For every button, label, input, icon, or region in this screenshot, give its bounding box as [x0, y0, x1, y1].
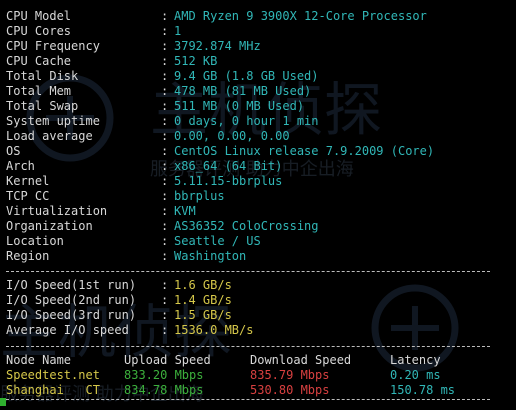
info-separator: : — [161, 144, 169, 158]
io-value: 1.5 GB/s — [174, 308, 232, 322]
info-label: CPU Cache — [6, 54, 72, 68]
info-label: Total Mem — [6, 84, 72, 98]
info-separator: : — [161, 69, 169, 83]
io-label: Average I/O speed — [6, 323, 129, 337]
io-separator: : — [161, 278, 169, 292]
info-label: Kernel — [6, 174, 50, 188]
info-label: Organization — [6, 219, 93, 233]
info-label: System uptime — [6, 114, 100, 128]
row-node: Speedtest.net — [6, 368, 100, 382]
info-label: CPU Model — [6, 9, 72, 23]
row-latency: 150.78 ms — [390, 383, 456, 397]
info-separator: : — [161, 39, 169, 53]
info-value: 5.11.15-bbrplus — [174, 174, 283, 188]
header-latency: Latency — [390, 353, 441, 367]
info-label: OS — [6, 144, 21, 158]
info-separator: : — [161, 84, 169, 98]
io-separator: : — [161, 293, 169, 307]
row-download: 530.80 Mbps — [250, 383, 330, 397]
info-value: bbrplus — [174, 189, 225, 203]
row-upload: 833.20 Mbps — [124, 368, 204, 382]
info-separator: : — [161, 24, 169, 38]
row-download: 835.79 Mbps — [250, 368, 330, 382]
info-label: Total Disk — [6, 69, 79, 83]
io-label: I/O Speed(2nd run) — [6, 293, 137, 307]
info-separator: : — [161, 249, 169, 263]
info-separator: : — [161, 219, 169, 233]
info-value: Washington — [174, 249, 247, 263]
io-value: 1536.0 MB/s — [174, 323, 254, 337]
info-label: Total Swap — [6, 99, 79, 113]
row-upload: 834.78 Mbps — [124, 383, 204, 397]
info-label: CPU Cores — [6, 24, 72, 38]
info-value: 511 MB (0 MB Used) — [174, 99, 305, 113]
header-upload-speed: Upload Speed — [124, 353, 211, 367]
info-value: CentOS Linux release 7.9.2009 (Core) — [174, 144, 435, 158]
section-divider-2 — [6, 346, 490, 347]
info-separator: : — [161, 204, 169, 218]
header-download-speed: Download Speed — [250, 353, 352, 367]
io-label: I/O Speed(1st run) — [6, 278, 137, 292]
info-value: Seattle / US — [174, 234, 261, 248]
info-separator: : — [161, 129, 169, 143]
info-value: 9.4 GB (1.8 GB Used) — [174, 69, 319, 83]
info-value: KVM — [174, 204, 196, 218]
info-label: Arch — [6, 159, 35, 173]
info-value: 1 — [174, 24, 182, 38]
section-divider-3 — [6, 399, 490, 400]
info-label: Region — [6, 249, 50, 263]
io-value: 1.6 GB/s — [174, 278, 232, 292]
info-separator: : — [161, 159, 169, 173]
info-separator: : — [161, 174, 169, 188]
header-node-name: Node Name — [6, 353, 72, 367]
info-label: Load average — [6, 129, 93, 143]
section-divider-1 — [6, 271, 490, 272]
terminal-window[interactable]: 主机侦探 服务器评测 助力中企出海 主机侦探 服务器评测 助力中企出海 CPU … — [0, 0, 516, 406]
info-separator: : — [161, 54, 169, 68]
io-separator: : — [161, 323, 169, 337]
info-separator: : — [161, 99, 169, 113]
terminal-cursor — [0, 398, 6, 406]
info-value: 0 days, 0 hour 1 min — [174, 114, 319, 128]
info-separator: : — [161, 189, 169, 203]
info-value: AMD Ryzen 9 3900X 12-Core Processor — [174, 9, 427, 23]
info-value: 3792.874 MHz — [174, 39, 261, 53]
info-value: x86_64 (64 Bit) — [174, 159, 283, 173]
io-label: I/O Speed(3rd run) — [6, 308, 137, 322]
info-value: 0.00, 0.00, 0.00 — [174, 129, 290, 143]
info-label: TCP CC — [6, 189, 50, 203]
io-separator: : — [161, 308, 169, 322]
info-separator: : — [161, 9, 169, 23]
info-label: CPU Frequency — [6, 39, 100, 53]
row-latency: 0.20 ms — [390, 368, 441, 382]
info-label: Virtualization — [6, 204, 108, 218]
row-node: Shanghai CT — [6, 383, 100, 397]
info-label: Location — [6, 234, 64, 248]
info-separator: : — [161, 234, 169, 248]
info-value: 478 MB (81 MB Used) — [174, 84, 312, 98]
info-separator: : — [161, 114, 169, 128]
info-value: AS36352 ColoCrossing — [174, 219, 319, 233]
io-value: 1.4 GB/s — [174, 293, 232, 307]
info-value: 512 KB — [174, 54, 218, 68]
